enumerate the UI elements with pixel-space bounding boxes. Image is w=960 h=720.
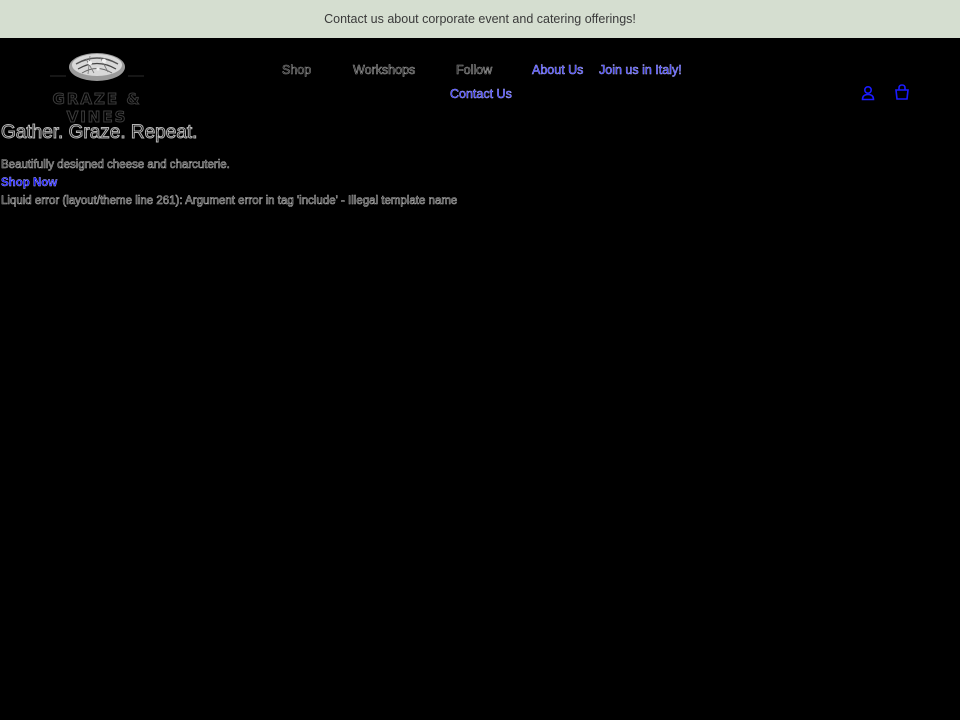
cart-icon[interactable] (893, 83, 911, 101)
nav-join-us-in-italy[interactable]: Join us in Italy! (599, 63, 682, 78)
account-icon[interactable] (859, 84, 877, 102)
nav-workshops[interactable]: Workshops (353, 63, 416, 78)
hero-title: Gather. Graze. Repeat. (0, 122, 198, 144)
nav-contact-us[interactable]: Contact Us (450, 87, 512, 102)
logo-wordmark: GRAZE & VINES (52, 90, 142, 127)
site-logo[interactable]: GRAZE & VINES (38, 50, 156, 127)
shop-now-link[interactable]: Shop Now (1, 177, 58, 189)
nav-follow[interactable]: Follow (456, 63, 493, 78)
liquid-error-message: Liquid error (layout/theme line 261): Ar… (1, 195, 458, 208)
site-header: GRAZE & VINES Shop Workshops Follow Abou… (0, 38, 960, 127)
nav-shop[interactable]: Shop (282, 63, 312, 78)
announcement-text[interactable]: Contact us about corporate event and cat… (324, 12, 636, 26)
hero-subtitle: Beautifully designed cheese and charcute… (1, 159, 230, 172)
announcement-bar[interactable]: Contact us about corporate event and cat… (0, 0, 960, 38)
nav-about-us[interactable]: About Us (532, 63, 584, 78)
